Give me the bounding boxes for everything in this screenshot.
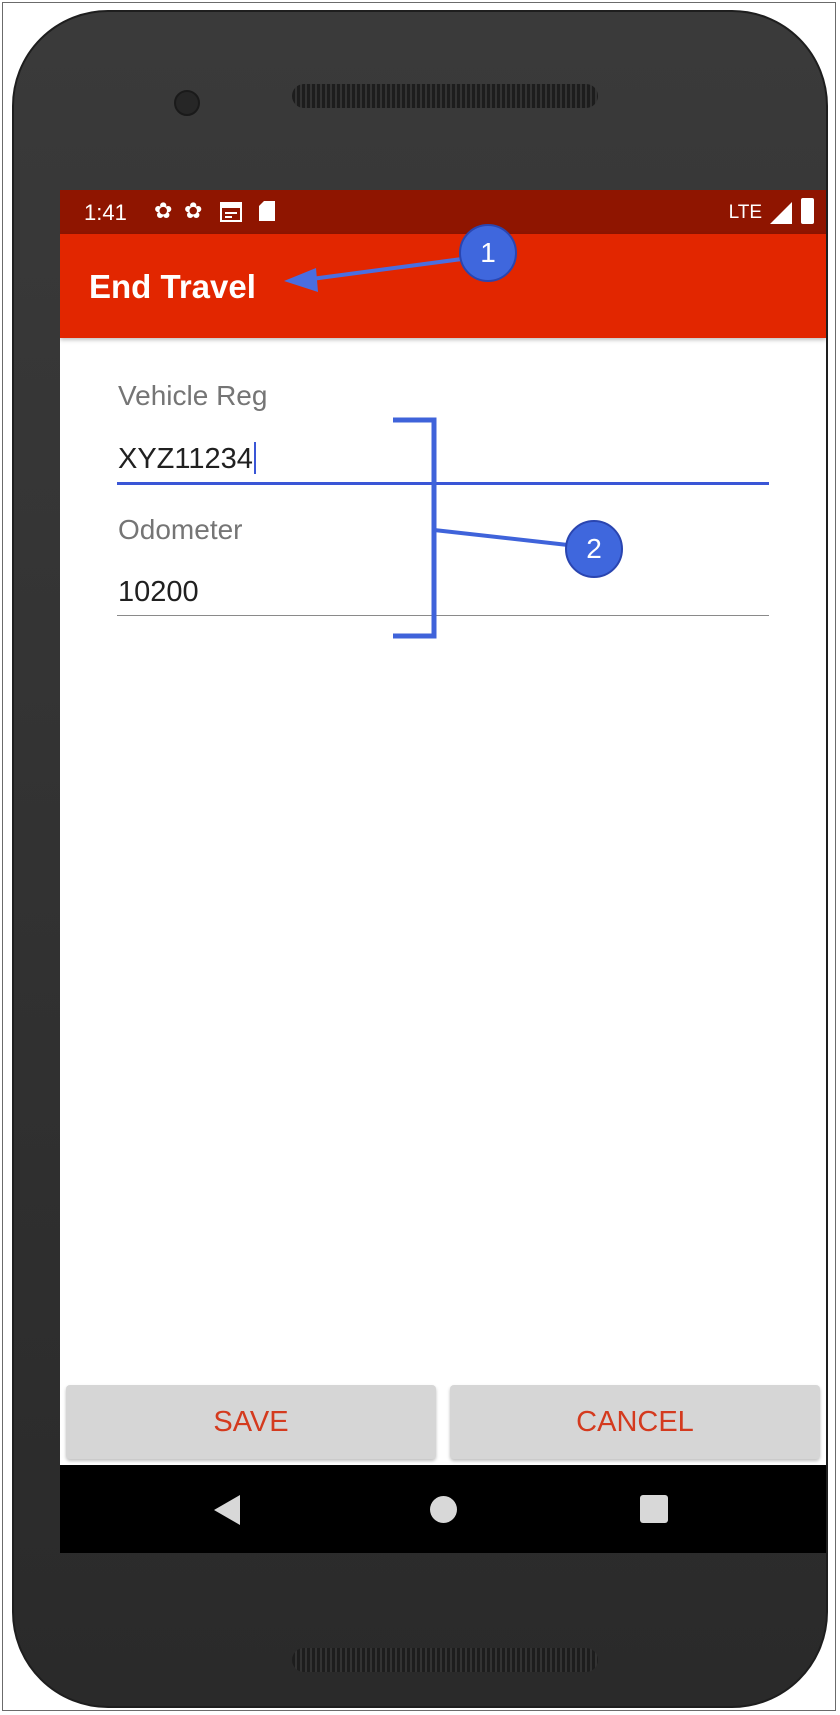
callout-1-badge: 1 [459, 224, 517, 282]
odometer-value: 10200 [118, 576, 199, 608]
cancel-button[interactable]: CANCEL [450, 1385, 820, 1459]
bottom-speaker-grille [292, 1648, 598, 1672]
callout-2-badge: 2 [565, 520, 623, 578]
phone-body: 1:41 ✿ ✿ LTE End Travel Vehicle Reg XYZ1… [12, 10, 828, 1708]
vehicle-reg-underline [117, 482, 769, 485]
network-type: LTE [728, 202, 762, 223]
front-camera [174, 90, 200, 116]
vehicle-reg-label: Vehicle Reg [118, 380, 268, 411]
back-icon[interactable] [214, 1495, 240, 1525]
save-button[interactable]: SAVE [66, 1385, 436, 1459]
odometer-underline [117, 615, 769, 616]
phone-screen: 1:41 ✿ ✿ LTE End Travel Vehicle Reg XYZ1… [60, 190, 826, 1553]
gear-icon: ✿ [154, 198, 173, 223]
odometer-input[interactable]: 10200 [118, 576, 199, 609]
vehicle-reg-input[interactable]: XYZ11234 [118, 442, 256, 476]
status-time: 1:41 [84, 200, 127, 225]
calendar-icon [220, 202, 242, 222]
navigation-bar [60, 1465, 826, 1553]
app-bar: End Travel [60, 234, 826, 338]
sd-card-icon [259, 201, 275, 221]
recents-icon[interactable] [640, 1495, 668, 1523]
page-title: End Travel [89, 268, 256, 305]
top-speaker-grille [292, 84, 598, 108]
text-cursor [253, 442, 256, 474]
vehicle-reg-value: XYZ11234 [118, 443, 253, 475]
gear-icon: ✿ [184, 198, 203, 223]
odometer-label: Odometer [118, 514, 243, 545]
signal-icon [770, 202, 792, 224]
home-icon[interactable] [430, 1496, 457, 1523]
battery-icon [801, 198, 814, 224]
status-bar: 1:41 ✿ ✿ LTE [60, 190, 826, 234]
